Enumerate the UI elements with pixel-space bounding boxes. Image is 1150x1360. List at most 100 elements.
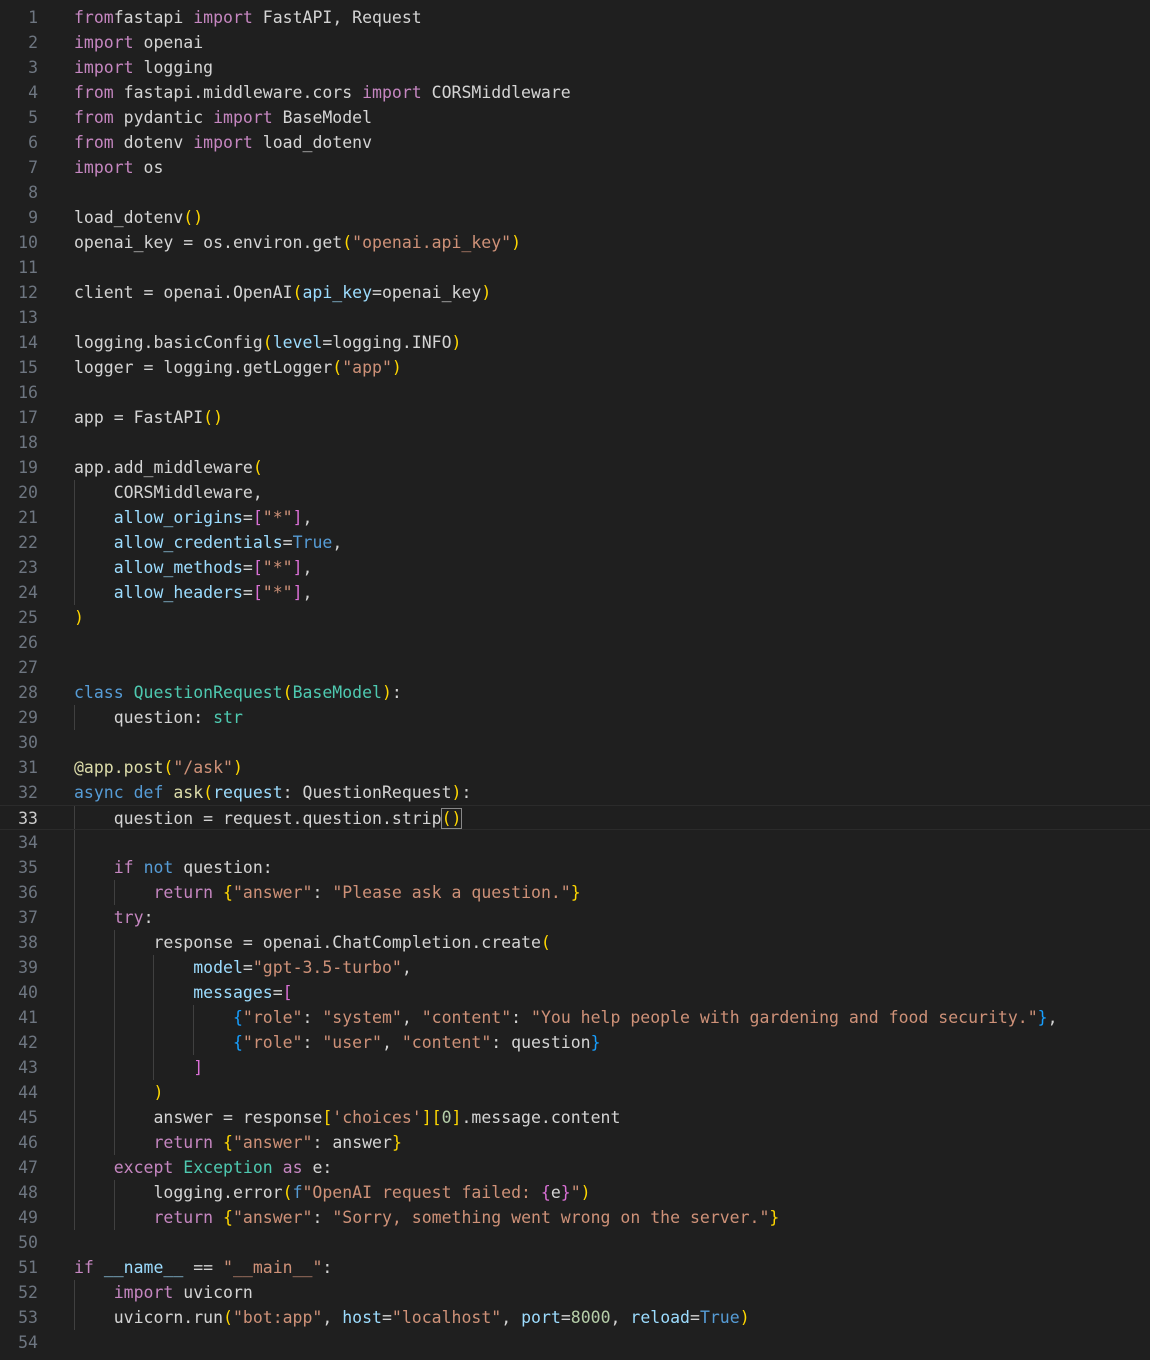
token-plain: load_dotenv bbox=[252, 133, 373, 152]
code-line[interactable]: 8 bbox=[0, 180, 1150, 205]
token-b1: ) bbox=[580, 1183, 591, 1202]
code-line[interactable]: 30 bbox=[0, 730, 1150, 755]
code-line[interactable]: 31 @app.post("/ask") bbox=[0, 755, 1150, 780]
token-b1: { bbox=[223, 1133, 233, 1152]
code-line[interactable]: 15 logger = logging.getLogger("app") bbox=[0, 355, 1150, 380]
token-str: "openai.api_key" bbox=[352, 233, 512, 252]
token-plain: question: bbox=[173, 858, 273, 877]
token-b2: [ bbox=[252, 508, 263, 527]
code-line[interactable]: 37 try: bbox=[0, 905, 1150, 930]
token-kb: True bbox=[292, 533, 333, 552]
line-number: 2 bbox=[28, 33, 38, 52]
code-line[interactable]: 50 bbox=[0, 1230, 1150, 1255]
code-line[interactable]: 41 {"role": "system", "content": "You he… bbox=[0, 1005, 1150, 1030]
code-line[interactable]: 28 class QuestionRequest(BaseModel): bbox=[0, 680, 1150, 705]
token-str: "*" bbox=[262, 583, 293, 602]
code-line[interactable]: 43 ] bbox=[0, 1055, 1150, 1080]
code-line[interactable]: 1 fromfastapi import FastAPI, Request bbox=[0, 5, 1150, 30]
code-line[interactable]: 47 except Exception as e: bbox=[0, 1155, 1150, 1180]
line-number: 8 bbox=[28, 183, 38, 202]
code-line[interactable]: 54 bbox=[0, 1330, 1150, 1355]
code-line[interactable]: 19 app.add_middleware( bbox=[0, 455, 1150, 480]
token-par: allow_origins bbox=[113, 508, 243, 527]
token-str: "content" bbox=[401, 1033, 492, 1052]
code-line[interactable]: 26 bbox=[0, 630, 1150, 655]
code-line[interactable]: 34 bbox=[0, 830, 1150, 855]
code-line[interactable]: 10 openai_key = os.environ.get("openai.ap… bbox=[0, 230, 1150, 255]
code-line[interactable]: 9 load_dotenv() bbox=[0, 205, 1150, 230]
code-line[interactable]: 52 import uvicorn bbox=[0, 1280, 1150, 1305]
code-line[interactable]: 21 allow_origins=["*"], bbox=[0, 505, 1150, 530]
code-line[interactable]: 35 if not question: bbox=[0, 855, 1150, 880]
line-number: 44 bbox=[18, 1083, 38, 1102]
token-plain: , bbox=[401, 1008, 422, 1027]
code-line[interactable]: 4 from fastapi.middleware.cors import COR… bbox=[0, 80, 1150, 105]
token-str: "answer" bbox=[232, 1133, 313, 1152]
line-number: 51 bbox=[18, 1258, 38, 1277]
code-line[interactable]: 25) bbox=[0, 605, 1150, 630]
code-text: app = FastAPI() bbox=[74, 405, 223, 430]
code-line[interactable]: 2 import openai bbox=[0, 30, 1150, 55]
code-line[interactable]: 12 client = openai.OpenAI(api_key=openai_… bbox=[0, 280, 1150, 305]
token-str: "user" bbox=[322, 1033, 382, 1052]
code-line[interactable]: 32 async def ask(request: QuestionRequest… bbox=[0, 780, 1150, 805]
token-b1: ) bbox=[153, 1083, 164, 1102]
code-line[interactable]: 48 logging.error(f"OpenAI request failed… bbox=[0, 1180, 1150, 1205]
code-line[interactable]: 40 messages=[ bbox=[0, 980, 1150, 1005]
token-b3: { bbox=[232, 1033, 243, 1052]
token-par: allow_headers bbox=[113, 583, 243, 602]
token-par: reload bbox=[630, 1308, 690, 1327]
code-line[interactable]: 39 model="gpt-3.5-turbo", bbox=[0, 955, 1150, 980]
code-line[interactable]: 16 bbox=[0, 380, 1150, 405]
code-line[interactable]: 20 CORSMiddleware, bbox=[0, 480, 1150, 505]
code-line[interactable]: 6 from dotenv import load_dotenv bbox=[0, 130, 1150, 155]
code-line[interactable]: 51 if __name__ == "__main__": bbox=[0, 1255, 1150, 1280]
code-line[interactable]: 22 allow_credentials=True, bbox=[0, 530, 1150, 555]
token-kw: import bbox=[74, 158, 134, 177]
token-b1: ( bbox=[223, 1308, 233, 1327]
code-text: if not question: bbox=[74, 855, 273, 880]
code-line[interactable]: 44 ) bbox=[0, 1080, 1150, 1105]
token-b1: ) bbox=[481, 283, 492, 302]
code-line[interactable]: 5 from pydantic import BaseModel bbox=[0, 105, 1150, 130]
token-plain: logging bbox=[133, 58, 214, 77]
code-line[interactable]: 17 app = FastAPI() bbox=[0, 405, 1150, 430]
code-line[interactable]: 24 allow_headers=["*"], bbox=[0, 580, 1150, 605]
token-cls: BaseModel bbox=[292, 683, 382, 702]
code-line[interactable]: 23 allow_methods=["*"], bbox=[0, 555, 1150, 580]
code-line[interactable]: 14 logging.basicConfig(level=logging.INFO… bbox=[0, 330, 1150, 355]
code-line[interactable]: 7 import os bbox=[0, 155, 1150, 180]
line-number: 54 bbox=[18, 1333, 38, 1352]
token-b1: ) bbox=[391, 358, 402, 377]
code-text: import openai bbox=[74, 30, 203, 55]
token-b1: ( bbox=[203, 783, 214, 802]
token-plain: uvicorn.run bbox=[74, 1308, 224, 1327]
token-fn: ask bbox=[173, 783, 204, 802]
token-par: port bbox=[521, 1308, 561, 1327]
code-line[interactable]: 45 answer = response['choices'][0].messa… bbox=[0, 1105, 1150, 1130]
code-line[interactable]: 53 uvicorn.run("bot:app", host="localhos… bbox=[0, 1305, 1150, 1330]
code-editor[interactable]: 1 fromfastapi import FastAPI, Request 2 imp… bbox=[0, 0, 1150, 1360]
line-number: 17 bbox=[18, 408, 38, 427]
code-line[interactable]: 42 {"role": "user", "content": question} bbox=[0, 1030, 1150, 1055]
code-line[interactable]: 46 return {"answer": answer} bbox=[0, 1130, 1150, 1155]
code-line[interactable]: 27 bbox=[0, 655, 1150, 680]
code-line[interactable]: 11 bbox=[0, 255, 1150, 280]
code-line[interactable]: 38 response = openai.ChatCompletion.crea… bbox=[0, 930, 1150, 955]
code-line[interactable]: 29 question: str bbox=[0, 705, 1150, 730]
code-text: openai_key = os.environ.get("openai.api_… bbox=[74, 230, 521, 255]
code-line[interactable]: 3 import logging bbox=[0, 55, 1150, 80]
code-text: uvicorn.run("bot:app", host="localhost",… bbox=[74, 1305, 750, 1330]
code-line[interactable]: 49 return {"answer": "Sorry, something w… bbox=[0, 1205, 1150, 1230]
token-b3: } bbox=[590, 1033, 601, 1052]
code-line[interactable]: 36 return {"answer": "Please ask a quest… bbox=[0, 880, 1150, 905]
code-line[interactable]: 13 bbox=[0, 305, 1150, 330]
code-line[interactable]: 33 question = request.question.strip() bbox=[0, 805, 1150, 830]
token-plain: , bbox=[332, 533, 343, 552]
code-line[interactable]: 18 bbox=[0, 430, 1150, 455]
line-number: 7 bbox=[28, 158, 38, 177]
